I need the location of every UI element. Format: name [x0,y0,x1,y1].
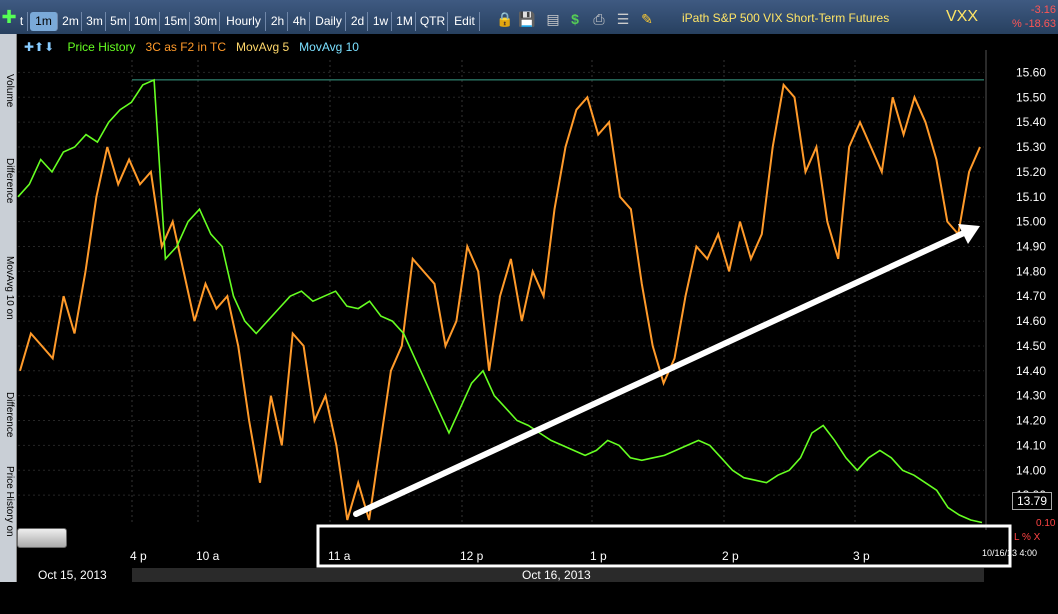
y-tick-16: 14.00 [1016,463,1046,477]
last-price-box: 13.79 [1012,492,1052,510]
y-tick-7: 14.90 [1016,239,1046,253]
y-tick-8: 14.80 [1016,264,1046,278]
x-tick-1: 10 a [196,549,220,563]
x-tick-2: 11 a [328,549,351,563]
date-label-0: Oct 15, 2013 [38,568,107,582]
x-tick-3: 12 p [460,549,484,563]
series-line-1 [19,82,981,521]
y-tick-11: 14.50 [1016,339,1046,353]
y-tick-10: 14.60 [1016,314,1046,328]
y-tick-1: 15.50 [1016,90,1046,104]
y-tick-15: 14.10 [1016,438,1046,452]
trend-arrow [353,229,969,517]
y-tick-6: 15.00 [1016,215,1046,229]
y-tick-2: 15.40 [1016,115,1046,129]
scroll-thumb[interactable] [17,528,67,548]
x-tick-0: 4 p [130,549,147,563]
y-tick-3: 15.30 [1016,140,1046,154]
side-tab-5[interactable]: Dif [0,588,15,614]
volume-value: 0.10 [1036,518,1056,529]
highlight-box [316,524,1012,568]
price-chart: 15.60 15.50 15.40 15.30 15.20 15.10 15.00 14.90… [17,50,1046,582]
x-tick-4: 1 p [590,549,607,563]
y-tick-12: 14.40 [1016,364,1046,378]
y-tick-0: 15.60 [1016,65,1046,79]
y-tick-14: 14.20 [1016,414,1046,428]
y-tick-9: 14.70 [1016,289,1046,303]
x-tick-6: 3 p [853,549,870,563]
y-tick-5: 15.10 [1016,190,1046,204]
corner-time: 10/16/13 4:00 [982,548,1038,558]
x-tick-5: 2 p [722,549,739,563]
volume-icons[interactable]: L % X [1014,532,1040,543]
y-tick-4: 15.20 [1016,165,1046,179]
y-tick-13: 14.30 [1016,389,1046,403]
date-label-1: Oct 16, 2013 [522,568,591,582]
